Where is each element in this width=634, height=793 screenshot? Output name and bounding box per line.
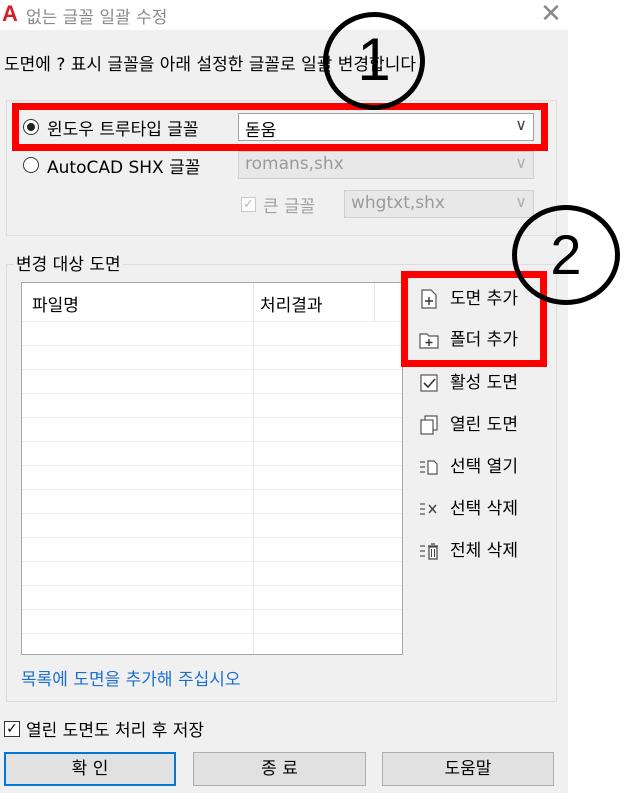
- open-selected-icon: [418, 456, 440, 478]
- save-after-process-checkbox[interactable]: ✓: [4, 721, 20, 737]
- close-icon[interactable]: ✕: [538, 0, 564, 28]
- row-divider: [22, 609, 402, 610]
- row-divider: [22, 393, 402, 394]
- open-drawings-button[interactable]: 열린 도면: [418, 408, 528, 440]
- row-divider: [22, 537, 402, 538]
- row-divider: [22, 561, 402, 562]
- annotation-circle-1: 1: [323, 12, 425, 110]
- column-separator: [253, 283, 254, 654]
- row-divider: [22, 369, 402, 370]
- highlight-box-font-option: [12, 103, 548, 151]
- help-button[interactable]: 도움말: [382, 752, 554, 786]
- column-header-result[interactable]: 처리결과: [260, 291, 323, 316]
- open-selected-label: 선택 열기: [450, 457, 518, 477]
- target-group-title: 변경 대상 도면: [14, 250, 123, 275]
- delete-all-label: 전체 삭제: [450, 541, 518, 561]
- window-edge: [568, 30, 634, 793]
- drawing-list[interactable]: 파일명 처리결과: [21, 282, 403, 655]
- bigfont-value: whgtxt,shx: [351, 193, 445, 213]
- delete-selected-label: 선택 삭제: [450, 499, 518, 519]
- row-divider: [22, 489, 402, 490]
- annotation-circle-2: 2: [512, 205, 620, 305]
- shx-radio[interactable]: [23, 157, 39, 173]
- active-drawing-icon: [418, 372, 440, 394]
- column-separator: [374, 283, 375, 321]
- list-hint-text: 목록에 도면을 추가해 주십시오: [21, 670, 241, 690]
- row-divider: [22, 417, 402, 418]
- bigfont-label: 큰 글꼴: [263, 197, 316, 217]
- row-divider: [22, 585, 402, 586]
- chevron-down-icon: ∨: [515, 153, 527, 172]
- header-divider: [22, 321, 402, 322]
- bigfont-select[interactable]: whgtxt,shx ∨: [344, 190, 534, 218]
- active-drawing-button[interactable]: 활성 도면: [418, 366, 528, 398]
- window-title: 없는 글꼴 일괄 수정: [26, 8, 168, 28]
- delete-selected-button[interactable]: 선택 삭제: [418, 492, 528, 524]
- row-divider: [22, 513, 402, 514]
- open-selected-button[interactable]: 선택 열기: [418, 450, 528, 482]
- delete-all-button[interactable]: 전체 삭제: [418, 534, 528, 566]
- open-drawings-icon: [418, 414, 440, 436]
- shx-label: AutoCAD SHX 글꼴: [47, 158, 201, 178]
- delete-selected-icon: [418, 498, 440, 520]
- shx-font-value: romans,shx: [245, 154, 344, 174]
- row-divider: [22, 441, 402, 442]
- shx-font-select[interactable]: romans,shx ∨: [238, 151, 534, 179]
- column-header-filename[interactable]: 파일명: [32, 291, 79, 316]
- ok-button[interactable]: 확 인: [4, 752, 176, 786]
- close-button[interactable]: 종 료: [193, 752, 366, 786]
- open-drawings-label: 열린 도면: [450, 415, 518, 435]
- chevron-down-icon: ∨: [515, 192, 527, 211]
- autocad-logo-icon: A: [2, 1, 18, 26]
- bigfont-checkbox[interactable]: ✓: [241, 197, 256, 212]
- active-drawing-label: 활성 도면: [450, 373, 518, 393]
- save-after-process-label: 열린 도면도 처리 후 저장: [26, 721, 205, 741]
- delete-all-icon: [418, 540, 440, 562]
- row-divider: [22, 633, 402, 634]
- row-divider: [22, 345, 402, 346]
- row-divider: [22, 465, 402, 466]
